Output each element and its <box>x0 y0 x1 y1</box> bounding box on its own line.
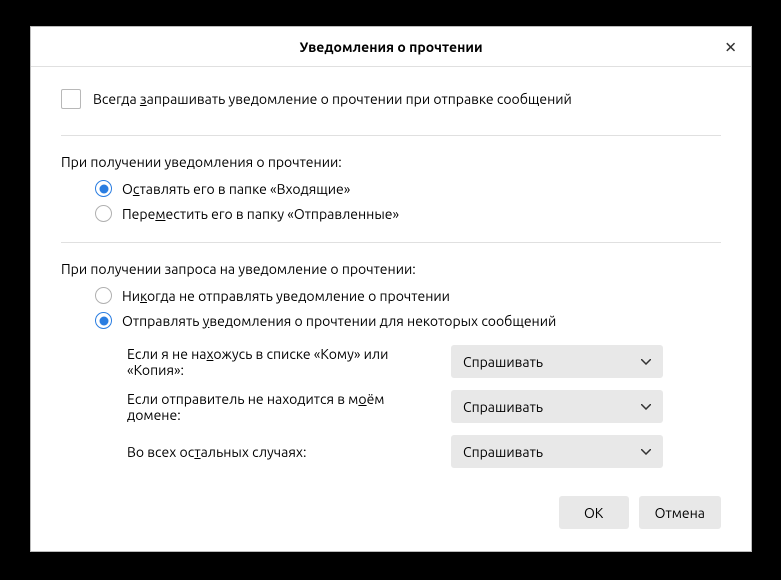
dialog-footer: OK Отмена <box>31 496 751 551</box>
dialog-content: Всегда запрашивать уведомление о прочтен… <box>31 67 751 496</box>
radio-move-sent-control[interactable] <box>95 205 112 222</box>
radio-never-send-control[interactable] <box>95 287 112 304</box>
radio-send-some-label: Отправлять уведомления о прочтении для н… <box>122 313 556 329</box>
chevron-down-icon <box>641 359 651 365</box>
dropdown-value: Спрашивать <box>463 399 543 415</box>
cond-not-in-to-cc-label: Если я не нахожусь в списке «Кому» или «… <box>127 346 439 378</box>
divider <box>61 135 721 136</box>
cancel-button[interactable]: Отмена <box>639 496 721 529</box>
dialog-read-receipts: Уведомления о прочтении ✕ Всегда запраши… <box>30 26 752 552</box>
radio-leave-inbox[interactable]: Оставлять его в папке «Входящие» <box>95 180 721 197</box>
cond-not-in-to-cc-dropdown[interactable]: Спрашивать <box>451 345 663 378</box>
on-receipt-return-heading: При получении уведомления о прочтении: <box>61 154 721 170</box>
cond-not-my-domain-label: Если отправитель не находится в моём дом… <box>127 391 439 423</box>
radio-send-some-control[interactable] <box>95 312 112 329</box>
radio-never-send[interactable]: Никогда не отправлять уведомление о проч… <box>95 287 721 304</box>
cond-other-label: Во всех остальных случаях: <box>127 444 439 460</box>
radio-send-some[interactable]: Отправлять уведомления о прочтении для н… <box>95 312 721 329</box>
titlebar: Уведомления о прочтении ✕ <box>31 27 751 67</box>
dropdown-value: Спрашивать <box>463 354 543 370</box>
cond-other-dropdown[interactable]: Спрашивать <box>451 435 663 468</box>
chevron-down-icon <box>641 404 651 410</box>
on-receipt-request-heading: При получении запроса на уведомление о п… <box>61 261 721 277</box>
cond-other-row: Во всех остальных случаях: Спрашивать <box>127 435 721 468</box>
cond-not-in-to-cc-row: Если я не нахожусь в списке «Кому» или «… <box>127 345 721 378</box>
always-request-label: Всегда запрашивать уведомление о прочтен… <box>93 91 572 107</box>
ok-button[interactable]: OK <box>559 496 629 529</box>
radio-move-sent[interactable]: Переместить его в папку «Отправленные» <box>95 205 721 222</box>
close-icon[interactable]: ✕ <box>724 39 737 54</box>
chevron-down-icon <box>641 449 651 455</box>
dropdown-value: Спрашивать <box>463 444 543 460</box>
always-request-row[interactable]: Всегда запрашивать уведомление о прочтен… <box>61 89 721 109</box>
radio-leave-inbox-label: Оставлять его в папке «Входящие» <box>122 181 350 197</box>
radio-leave-inbox-control[interactable] <box>95 180 112 197</box>
divider <box>61 242 721 243</box>
cond-not-my-domain-row: Если отправитель не находится в моём дом… <box>127 390 721 423</box>
cond-not-my-domain-dropdown[interactable]: Спрашивать <box>451 390 663 423</box>
dialog-title: Уведомления о прочтении <box>299 39 482 55</box>
radio-move-sent-label: Переместить его в папку «Отправленные» <box>122 206 399 222</box>
always-request-checkbox[interactable] <box>61 89 81 109</box>
radio-never-send-label: Никогда не отправлять уведомление о проч… <box>122 288 450 304</box>
